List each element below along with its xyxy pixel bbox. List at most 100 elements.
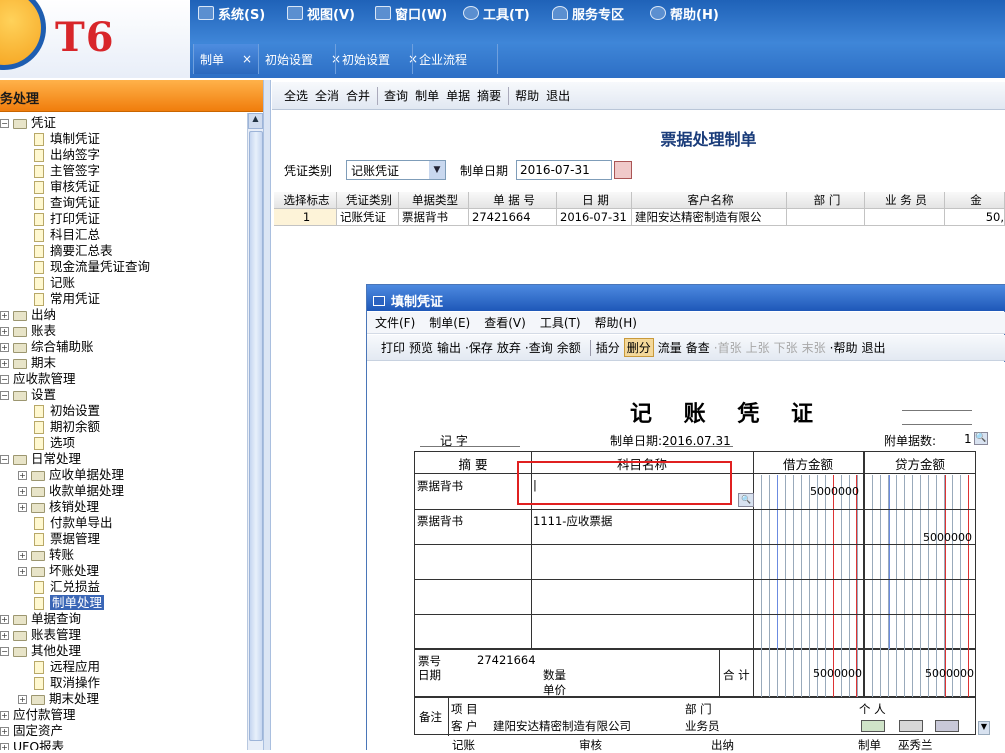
- voucher-toolbar-button[interactable]: ·保存: [465, 339, 493, 356]
- tree-item[interactable]: 记账: [34, 275, 75, 291]
- voucher-toolbar-button[interactable]: 放弃: [497, 339, 521, 356]
- table-cell[interactable]: 建阳安达精密制造有限公: [632, 209, 787, 226]
- expand-icon[interactable]: +: [0, 359, 9, 368]
- tree-item[interactable]: − 其他处理: [0, 643, 81, 659]
- tree-item[interactable]: + UFO报表: [0, 739, 64, 750]
- search-icon[interactable]: 🔍: [738, 493, 754, 507]
- tree-item[interactable]: 查询凭证: [34, 195, 100, 211]
- tree-item[interactable]: 付款单导出: [34, 515, 113, 531]
- grid-column-header[interactable]: 部 门: [787, 192, 865, 209]
- voucher-type-select[interactable]: 记账凭证 ▼: [346, 160, 447, 180]
- collapse-icon[interactable]: −: [0, 455, 9, 464]
- document-button[interactable]: 单据: [446, 87, 470, 104]
- grid-column-header[interactable]: 客户名称: [632, 192, 787, 209]
- expand-icon[interactable]: +: [0, 631, 9, 640]
- grid-column-header[interactable]: 单 据 号: [469, 192, 557, 209]
- collapse-icon[interactable]: −: [0, 375, 9, 384]
- tree-item[interactable]: 现金流量凭证查询: [34, 259, 150, 275]
- voucher-toolbar-button[interactable]: 打印: [381, 339, 405, 356]
- customer-value[interactable]: 建阳安达精密制造有限公司: [493, 718, 631, 734]
- list-icon[interactable]: [935, 720, 959, 732]
- expand-icon[interactable]: +: [0, 327, 9, 336]
- scroll-thumb[interactable]: [249, 131, 263, 741]
- tree-item[interactable]: + 转账: [18, 547, 74, 563]
- voucher-toolbar-button[interactable]: ·帮助: [830, 339, 858, 356]
- grid-column-header[interactable]: 金: [945, 192, 1005, 209]
- panel-splitter[interactable]: [263, 80, 271, 750]
- voucher-toolbar-button[interactable]: 退出: [862, 339, 886, 356]
- tab-zhidan[interactable]: 制单 ×: [193, 44, 259, 74]
- calc-icon[interactable]: [899, 720, 923, 732]
- exit-button[interactable]: 退出: [546, 87, 570, 104]
- menu-service[interactable]: 服务专区: [552, 4, 624, 23]
- date-input[interactable]: 2016-07-31: [516, 160, 613, 180]
- tree-item[interactable]: 期初余额: [34, 419, 100, 435]
- collapse-icon[interactable]: −: [0, 119, 9, 128]
- menu-system[interactable]: 系统(S): [198, 4, 265, 23]
- tree-item[interactable]: + 收款单据处理: [18, 483, 124, 499]
- grid-column-header[interactable]: 单据类型: [399, 192, 469, 209]
- voucher-toolbar-button[interactable]: 预览: [409, 339, 433, 356]
- close-icon[interactable]: ×: [242, 52, 252, 66]
- grid-column-header[interactable]: 日 期: [557, 192, 632, 209]
- tree-item[interactable]: 填制凭证: [34, 131, 100, 147]
- line-credit[interactable]: 5000000: [923, 531, 972, 544]
- search-icon[interactable]: 🔍: [974, 432, 988, 445]
- deselect-all-button[interactable]: 全消: [315, 87, 339, 104]
- voucher-toolbar-button[interactable]: 删分: [623, 338, 654, 357]
- table-cell[interactable]: 2016-07-31: [557, 209, 632, 226]
- voucher-toolbar-button[interactable]: 下张: [774, 339, 798, 356]
- tree-item[interactable]: − 日常处理: [0, 451, 81, 467]
- table-cell[interactable]: [787, 209, 865, 226]
- voucher-menu-make[interactable]: 制单(E): [429, 314, 470, 331]
- tree-item[interactable]: + 期末: [0, 355, 56, 371]
- tab-init-1[interactable]: 初始设置 ×: [258, 44, 347, 74]
- menu-help[interactable]: 帮助(H): [650, 4, 719, 23]
- tree-item[interactable]: + 综合辅助账: [0, 339, 94, 355]
- table-cell[interactable]: 50,: [945, 209, 1005, 226]
- expand-icon[interactable]: +: [18, 695, 27, 704]
- line-summary[interactable]: 票据背书: [417, 513, 463, 529]
- grid-column-header[interactable]: 凭证类别: [337, 192, 399, 209]
- line-summary[interactable]: 票据背书: [417, 478, 463, 494]
- tree-item[interactable]: + 账表管理: [0, 627, 81, 643]
- menu-tools[interactable]: 工具(T): [463, 4, 530, 23]
- tree-item[interactable]: 打印凭证: [34, 211, 100, 227]
- tree-item[interactable]: 取消操作: [34, 675, 100, 691]
- chevron-down-icon[interactable]: ▼: [978, 721, 990, 735]
- tree-item[interactable]: + 账表: [0, 323, 56, 339]
- voucher-toolbar-button[interactable]: 备查: [686, 339, 710, 356]
- tree-item[interactable]: + 应收单据处理: [18, 467, 124, 483]
- expand-icon[interactable]: +: [0, 615, 9, 624]
- tree-item[interactable]: 出纳签字: [34, 147, 100, 163]
- voucher-toolbar-button[interactable]: 余额: [557, 339, 581, 356]
- tree-item[interactable]: + 坏账处理: [18, 563, 99, 579]
- help-button[interactable]: 帮助: [515, 87, 539, 104]
- expand-icon[interactable]: +: [18, 487, 27, 496]
- expand-icon[interactable]: +: [18, 567, 27, 576]
- collapse-icon[interactable]: −: [0, 391, 9, 400]
- tree-item[interactable]: − 应收款管理: [0, 371, 76, 387]
- tree-item[interactable]: 常用凭证: [34, 291, 100, 307]
- grid-column-header[interactable]: 选择标志: [274, 192, 337, 209]
- table-cell[interactable]: [865, 209, 945, 226]
- left-scrollbar[interactable]: ▲: [247, 113, 263, 750]
- tree-item[interactable]: + 期末处理: [18, 691, 99, 707]
- voucher-toolbar-button[interactable]: 流量: [658, 339, 682, 356]
- card-icon[interactable]: [861, 720, 885, 732]
- expand-icon[interactable]: +: [18, 551, 27, 560]
- tree-item[interactable]: 远程应用: [34, 659, 100, 675]
- voucher-menu-tools[interactable]: 工具(T): [540, 314, 581, 331]
- table-cell[interactable]: 1: [274, 209, 337, 226]
- collapse-icon[interactable]: −: [0, 647, 9, 656]
- tree-item[interactable]: 票据管理: [34, 531, 100, 547]
- expand-icon[interactable]: +: [18, 503, 27, 512]
- voucher-toolbar-button[interactable]: 上张: [746, 339, 770, 356]
- tree-item[interactable]: − 设置: [0, 387, 56, 403]
- menu-window[interactable]: 窗口(W): [375, 4, 447, 23]
- expand-icon[interactable]: +: [0, 311, 9, 320]
- table-cell[interactable]: 27421664: [469, 209, 557, 226]
- expand-icon[interactable]: +: [0, 727, 9, 736]
- tab-init-2[interactable]: 初始设置 ×: [335, 44, 424, 74]
- expand-icon[interactable]: +: [0, 743, 9, 750]
